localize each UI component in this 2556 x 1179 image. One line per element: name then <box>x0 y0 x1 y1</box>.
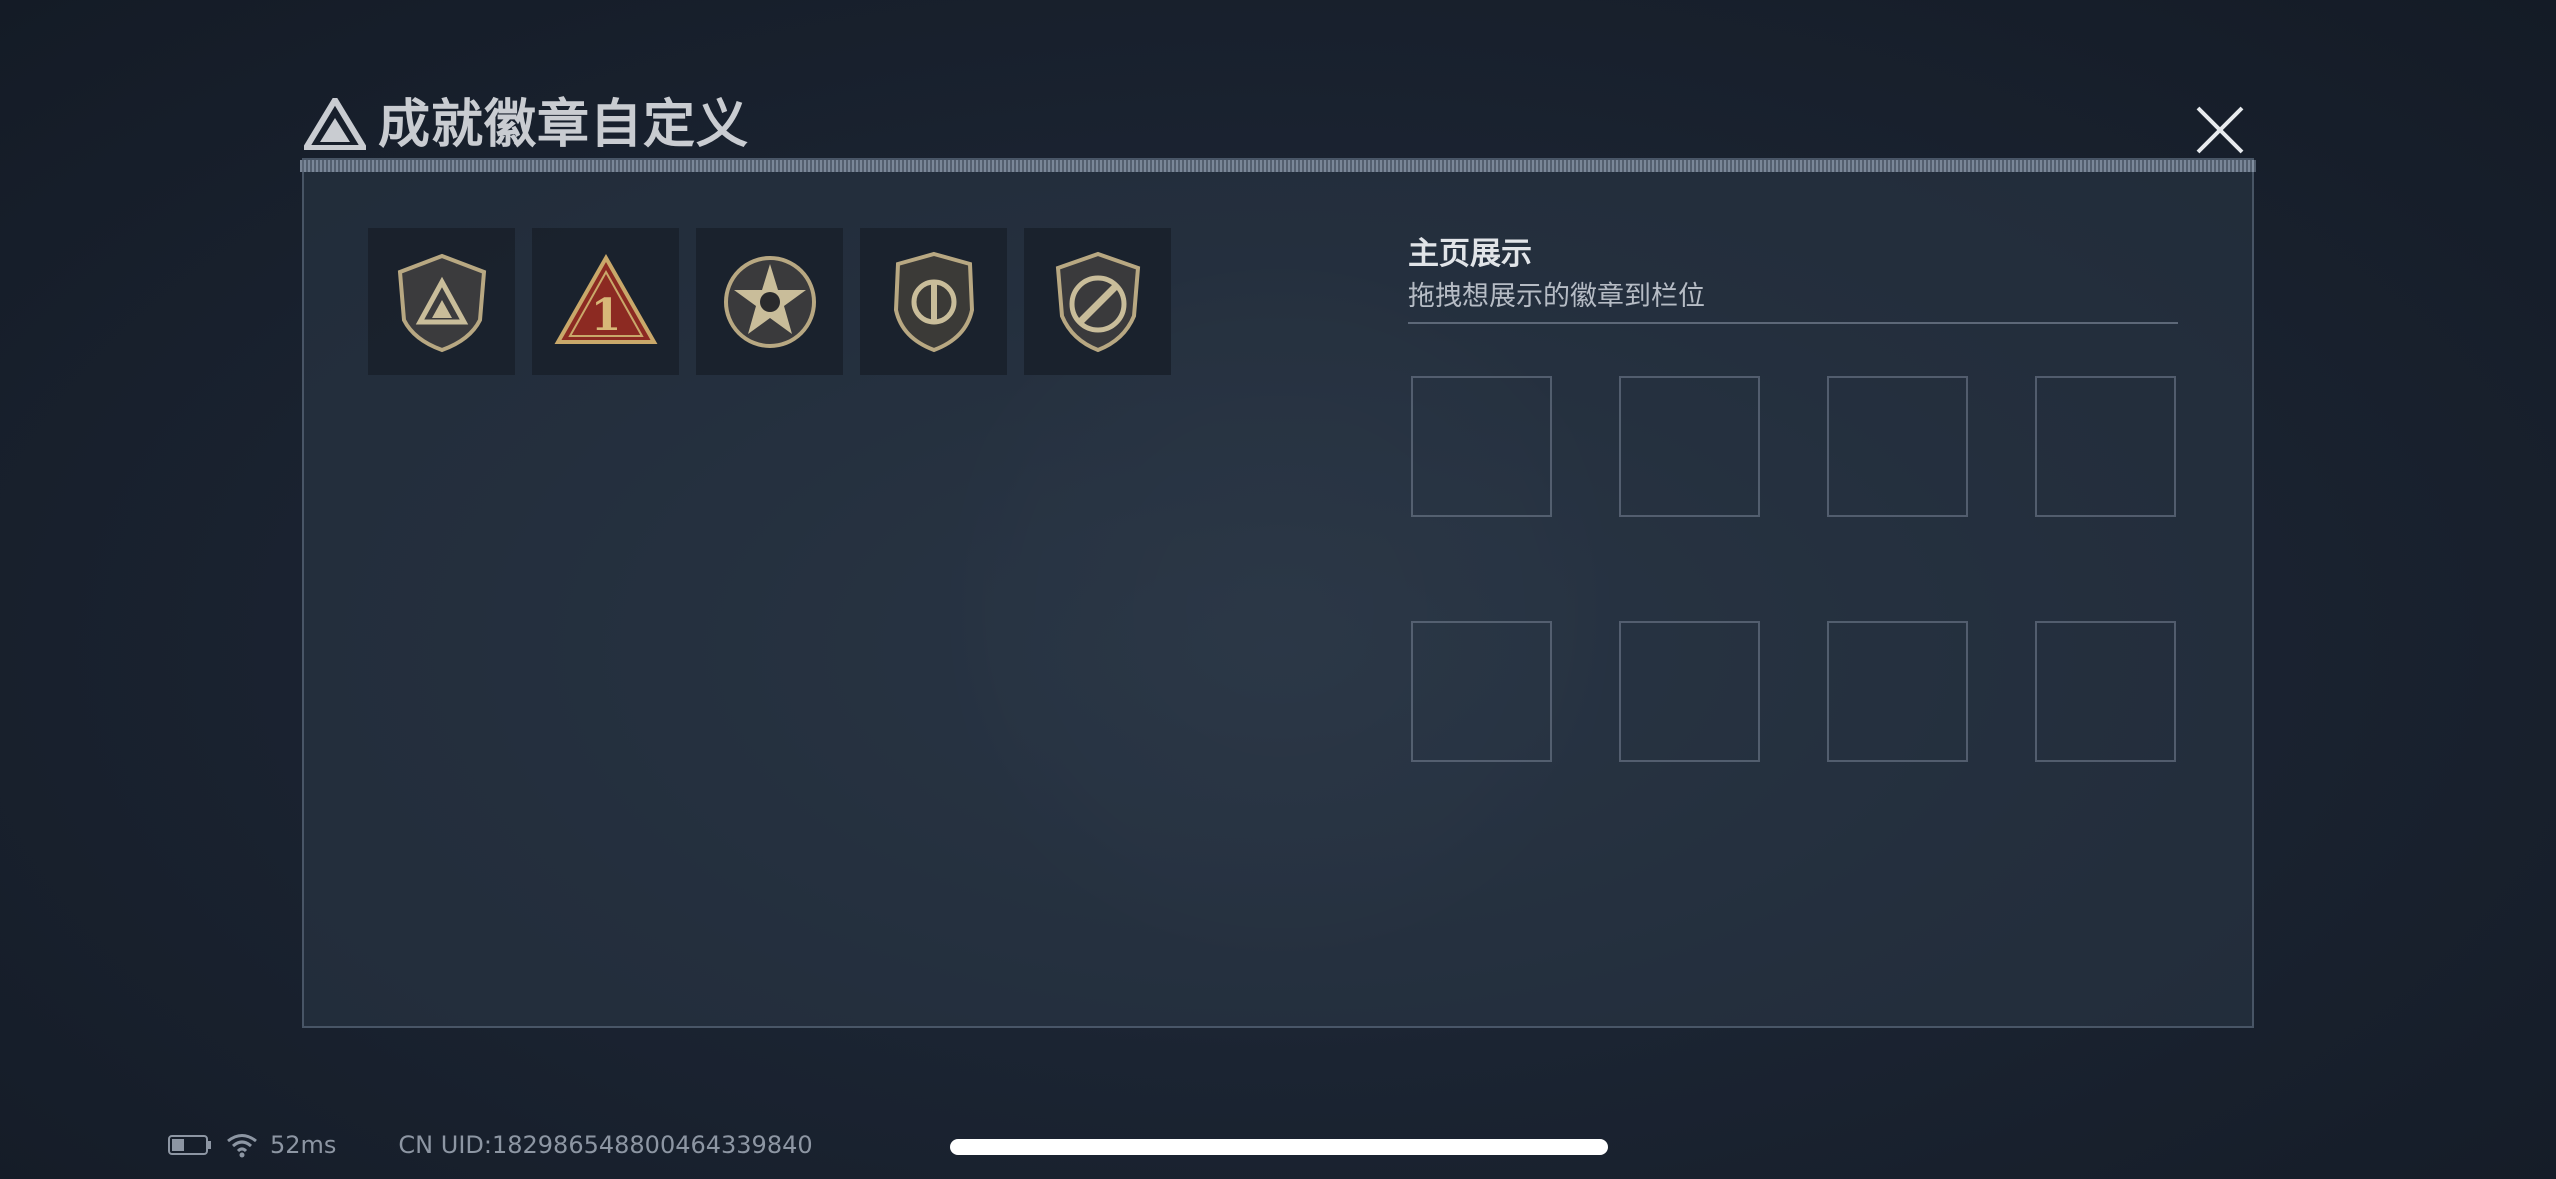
home-indicator[interactable] <box>950 1139 1608 1155</box>
page-title: 成就徽章自定义 <box>378 95 750 155</box>
shield-triangle-badge-icon <box>397 253 486 352</box>
badge-slot-star-skull[interactable] <box>696 228 843 375</box>
badge-slot-knife-ring[interactable] <box>1024 228 1171 375</box>
triangle-number-one-badge-icon: 1 <box>554 253 657 344</box>
badge-slot-shield-dial[interactable] <box>860 228 1007 375</box>
star-skull-badge-icon <box>723 255 816 348</box>
showcase-hint: 拖拽想展示的徽章到栏位 <box>1408 281 1705 312</box>
showcase-slot-7[interactable] <box>1827 621 1968 762</box>
showcase-slot-3[interactable] <box>1827 376 1968 517</box>
battery-icon <box>168 1135 211 1155</box>
uid-text: CN UID:182986548800464339840 <box>398 1131 813 1159</box>
showcase-title: 主页展示 <box>1408 236 1532 272</box>
shield-dial-badge-icon <box>893 251 974 352</box>
status-bar: 52ms CN UID:182986548800464339840 <box>168 1128 813 1162</box>
ping-text: 52ms <box>270 1131 337 1159</box>
showcase-slot-2[interactable] <box>1619 376 1760 517</box>
wifi-icon <box>227 1134 257 1158</box>
showcase-divider <box>1408 322 2178 324</box>
badge-number-label: 1 <box>590 290 621 341</box>
close-icon[interactable] <box>2190 100 2250 160</box>
knife-ring-badge-icon <box>1055 251 1140 352</box>
showcase-slot-8[interactable] <box>2035 621 2176 762</box>
showcase-slot-5[interactable] <box>1411 621 1552 762</box>
badge-slot-shield-triangle[interactable] <box>368 228 515 375</box>
badge-slot-triangle-one[interactable]: 1 <box>532 228 679 375</box>
panel-top-border <box>300 160 2256 172</box>
showcase-slot-6[interactable] <box>1619 621 1760 762</box>
showcase-slot-grid <box>1411 376 2176 762</box>
badge-list: 1 <box>368 228 1171 375</box>
triangle-emblem-icon <box>304 98 366 150</box>
showcase-slot-1[interactable] <box>1411 376 1552 517</box>
showcase-slot-4[interactable] <box>2035 376 2176 517</box>
